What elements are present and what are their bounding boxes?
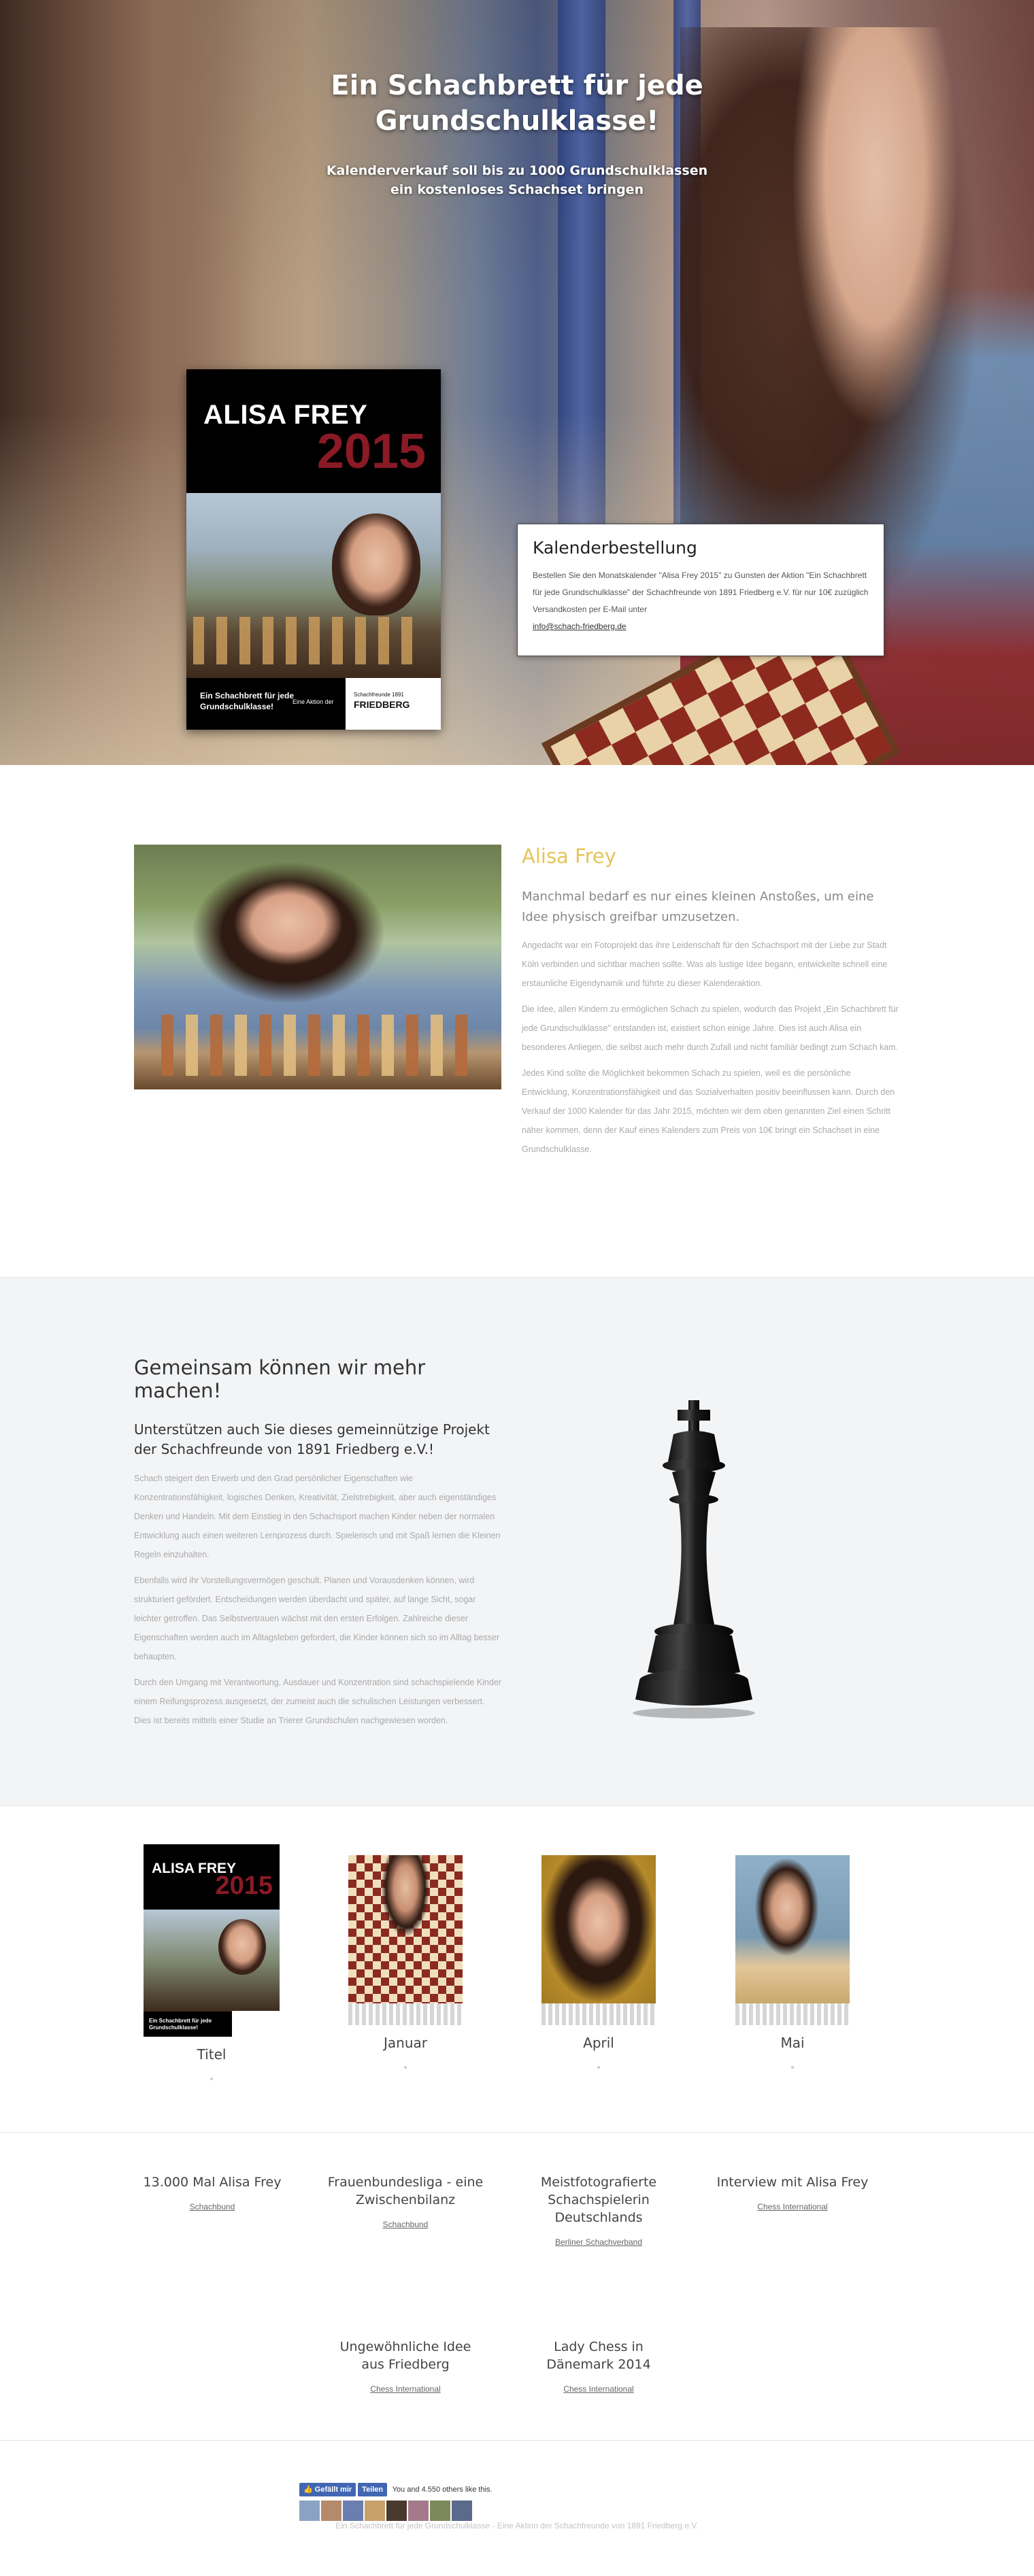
footer-copyright: Ein Schachbrett für jede Grundschulklass… (335, 2521, 699, 2530)
support-paragraph: Ebenfalls wird ihr Vorstellungsvermögen … (134, 1576, 500, 1661)
press-item: Frauenbundesliga - eine Zwischenbilanz S… (327, 2173, 484, 2231)
cover-year: 2015 (316, 424, 426, 479)
cover-photo (186, 493, 441, 678)
press-source-link[interactable]: Chess International (757, 2202, 827, 2211)
avatar (452, 2501, 472, 2521)
press-source-link[interactable]: Schachbund (190, 2202, 235, 2211)
calendar-cover-image: ALISA FREY 2015 Ein Schachbrett für jede… (186, 369, 441, 730)
calendar-page-label: Mai (780, 2035, 805, 2051)
support-paragraph: Schach steigert den Erwerb und den Grad … (134, 1474, 501, 1559)
press-section: 13.000 Mal Alisa Frey Schachbund Frauenb… (0, 2133, 1034, 2441)
calendar-page-label: Januar (384, 2035, 427, 2051)
avatar (343, 2501, 363, 2521)
chess-king-image (633, 1400, 755, 1718)
support-section: Gemeinsam können wir mehr machen! Unters… (0, 1278, 1034, 1806)
order-title: Kalenderbestellung (533, 538, 697, 558)
calendar-page-label: Titel (197, 2046, 227, 2063)
avatar (386, 2501, 407, 2521)
calendar-page-mai[interactable]: Mai (721, 1844, 864, 2069)
press-item: Meistfotografierte Schachspielerin Deuts… (520, 2173, 677, 2248)
press-item: Interview mit Alisa Frey Chess Internati… (714, 2173, 871, 2213)
facebook-share-button[interactable]: Teilen (358, 2483, 388, 2496)
avatar (365, 2501, 385, 2521)
avatar (408, 2501, 429, 2521)
avatar (299, 2501, 320, 2521)
calendar-page-april[interactable]: April (527, 1844, 670, 2069)
press-source-link[interactable]: Chess International (370, 2384, 440, 2394)
avatar (430, 2501, 450, 2521)
press-source-link[interactable]: Schachbund (383, 2220, 429, 2229)
about-paragraph: Angedacht war ein Fotoprojekt das ihre L… (522, 940, 888, 988)
calendar-gallery: ALISA FREY 2015 Ein Schachbrett für jede… (0, 1806, 1034, 2133)
press-item: Lady Chess in Dänemark 2014 Chess Intern… (520, 2338, 677, 2395)
facebook-friend-avatars (299, 2501, 493, 2521)
press-source-link[interactable]: Chess International (563, 2384, 633, 2394)
press-title: Ungewöhnliche Idee aus Friedberg (339, 2339, 471, 2372)
order-email-link[interactable]: info@schach-friedberg.de (533, 622, 627, 631)
press-title: Meistfotografierte Schachspielerin Deuts… (540, 2175, 657, 2225)
support-heading: Gemeinsam können wir mehr machen! (134, 1356, 426, 1402)
calendar-page-label: April (583, 2035, 614, 2051)
about-heading: Alisa Frey (522, 845, 616, 868)
about-paragraph: Jedes Kind sollte die Möglichkeit bekomm… (522, 1068, 895, 1154)
press-title: 13.000 Mal Alisa Frey (143, 2175, 282, 2190)
calendar-page-title[interactable]: ALISA FREY 2015 Ein Schachbrett für jede… (140, 1844, 283, 2080)
calendar-thumbnail[interactable] (348, 1855, 463, 2025)
press-title: Frauenbundesliga - eine Zwischenbilanz (327, 2175, 484, 2207)
press-item: Ungewöhnliche Idee aus Friedberg Chess I… (327, 2338, 484, 2395)
press-item: 13.000 Mal Alisa Frey Schachbund (134, 2173, 290, 2213)
support-paragraph: Durch den Umgang mit Verantwortung, Ausd… (134, 1678, 501, 1725)
order-box: Kalenderbestellung Bestellen Sie den Mon… (517, 524, 884, 656)
hero-title: Ein Schachbrett für jede Grundschulklasse… (331, 70, 703, 137)
club-logo: Eine Aktion der Schachfreunde 1891 FRIEDB… (293, 678, 441, 730)
alisa-photo (134, 845, 501, 1089)
hero-subtitle: Kalenderverkauf soll bis zu 1000 Grundsc… (326, 163, 708, 197)
calendar-thumbnail[interactable] (541, 1855, 656, 2025)
press-title: Lady Chess in Dänemark 2014 (546, 2339, 651, 2372)
about-lead: Manchmal bedarf es nur eines kleinen Ans… (522, 889, 874, 924)
avatar (321, 2501, 341, 2521)
cover-footer: Ein Schachbrett für jede Grundschulklass… (186, 678, 441, 730)
press-source-link[interactable]: Berliner Schachverband (555, 2237, 642, 2247)
about-section: Alisa Frey Manchmal bedarf es nur eines … (0, 765, 1034, 1278)
calendar-thumbnail[interactable] (735, 1855, 850, 2025)
facebook-like-widget: 👍 Gefällt mir Teilen You and 4.550 others… (299, 2483, 493, 2521)
press-title: Interview mit Alisa Frey (716, 2175, 869, 2190)
order-text: Bestellen Sie den Monatskalender "Alisa … (533, 571, 869, 631)
hero-section: Ein Schachbrett für jede Grundschulklasse… (0, 0, 1034, 765)
facebook-like-count: You and 4.550 others like this. (392, 2486, 493, 2494)
calendar-thumbnail[interactable]: ALISA FREY 2015 Ein Schachbrett für jede… (144, 1844, 280, 2037)
calendar-page-januar[interactable]: Januar (334, 1844, 477, 2069)
facebook-like-button[interactable]: 👍 Gefällt mir (299, 2483, 356, 2496)
about-paragraph: Die Idee, allen Kindern zu ermöglichen S… (522, 1004, 899, 1052)
page-footer: 👍 Gefällt mir Teilen You and 4.550 others… (0, 2441, 1034, 2551)
support-subheading: Unterstützen auch Sie dieses gemeinnützi… (134, 1421, 490, 1457)
